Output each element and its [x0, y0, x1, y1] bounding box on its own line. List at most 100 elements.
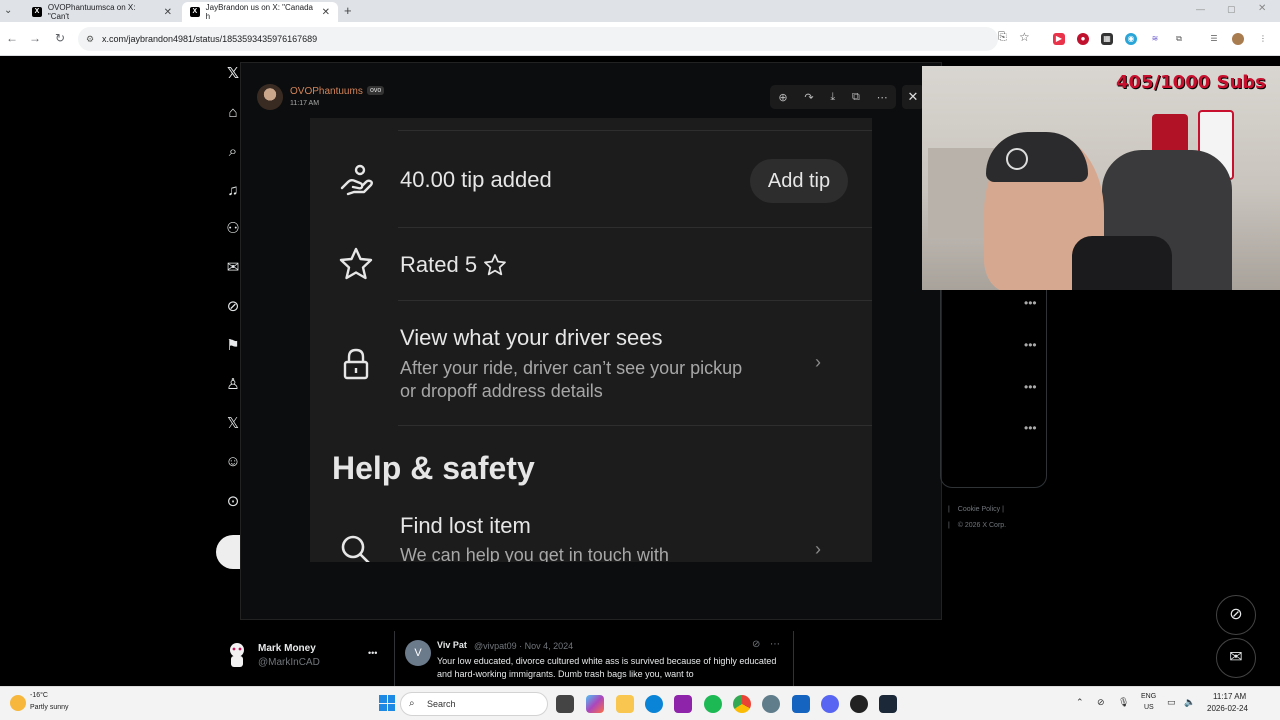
new-tab-button[interactable]: +: [344, 3, 352, 18]
author-avatar[interactable]: [257, 84, 283, 110]
spotify-icon[interactable]: [704, 695, 722, 713]
tab-ovophantuums[interactable]: X OVOPhantuumsca on X: "Can't ✕: [24, 2, 180, 22]
chevron-right-icon[interactable]: ›: [815, 539, 821, 560]
language-indicator[interactable]: ENG: [1141, 693, 1156, 700]
forward-arrow-icon[interactable]: →: [27, 31, 43, 45]
extension-icon[interactable]: ●: [1077, 33, 1089, 45]
lost-item-title[interactable]: Find lost item: [400, 513, 531, 539]
account-name[interactable]: Mark Money: [258, 643, 316, 654]
footer-links: | Cookie Policy | | © 2026 X Corp.: [948, 506, 1007, 529]
reading-list-icon[interactable]: ☰: [1208, 33, 1220, 45]
chevron-right-icon[interactable]: ›: [815, 352, 821, 373]
app-icon[interactable]: [792, 695, 810, 713]
chrome-icon[interactable]: [733, 695, 751, 713]
cookie-policy-link[interactable]: Cookie Policy: [958, 506, 1000, 513]
extension-icon[interactable]: ▶: [1053, 33, 1065, 45]
steam-icon[interactable]: [879, 695, 897, 713]
settings-gear-icon[interactable]: [762, 695, 780, 713]
open-external-icon[interactable]: ⧉: [852, 91, 860, 104]
magnifier-icon: [338, 532, 374, 562]
window-close-button[interactable]: ✕: [1258, 3, 1266, 14]
account-more-icon[interactable]: •••: [368, 648, 377, 658]
tweet-text: Your low educated, divorce cultured whit…: [437, 656, 777, 679]
cap-logo: [1006, 148, 1028, 170]
windows-taskbar: -16°C Partly sunny ⌕ Search ⌃ ⊘ 🎙 ENG US…: [0, 686, 1280, 720]
close-icon[interactable]: ✕: [164, 7, 172, 18]
taskbar-search[interactable]: ⌕ Search: [400, 692, 548, 716]
extension-icon[interactable]: ≋: [1149, 33, 1161, 45]
tab-jaybrandon[interactable]: X JayBrandon us on X: "Canada h ✕: [182, 2, 338, 22]
close-icon[interactable]: ✕: [322, 7, 330, 18]
search-icon: ⌕: [409, 698, 415, 709]
share-icon[interactable]: ↷: [804, 91, 813, 104]
file-explorer-icon[interactable]: [616, 695, 634, 713]
webcam-overlay: [922, 66, 1280, 290]
reload-icon[interactable]: ↻: [52, 31, 68, 45]
x-logo-icon: X: [32, 7, 42, 17]
star-icon: [338, 246, 374, 282]
sidebar-panel: [940, 290, 1047, 488]
account-handle: @MarkInCAD: [258, 657, 320, 668]
subscriber-goal: 405/1000 Subs: [1116, 72, 1266, 93]
lock-icon: [338, 346, 374, 382]
weather-icon[interactable]: [10, 695, 26, 711]
extension-icon[interactable]: ▦: [1101, 33, 1113, 45]
grok-icon[interactable]: ⊘: [1216, 595, 1256, 635]
browser-menu-icon[interactable]: ⋮: [1257, 33, 1269, 45]
viewer-toolbar: ⊕ ↷ ⤓ ⧉ ⋯: [770, 85, 896, 109]
browser-tab-bar: ⌄ X OVOPhantuumsca on X: "Can't ✕ X JayB…: [0, 0, 1280, 22]
site-info-icon[interactable]: ⚙: [86, 27, 94, 51]
tweet-meta: @vivpat09 · Nov 4, 2024: [474, 641, 574, 651]
obs-icon[interactable]: [850, 695, 868, 713]
minimize-button[interactable]: —: [1196, 4, 1205, 14]
task-view-icon[interactable]: [556, 695, 574, 713]
author-badge: ovo: [367, 86, 385, 95]
back-arrow-icon[interactable]: ←: [4, 31, 20, 45]
more-icon[interactable]: ⋯: [877, 91, 888, 104]
chevron-up-icon[interactable]: ⌃: [1076, 697, 1084, 708]
search-label: Search: [427, 699, 456, 709]
clock-time[interactable]: 11:17 AM: [1213, 692, 1246, 701]
address-bar[interactable]: ⚙ x.com/jaybrandon4981/status/1853593435…: [78, 27, 998, 51]
display-icon[interactable]: ▭: [1167, 697, 1176, 708]
maximize-button[interactable]: ▢: [1227, 4, 1236, 15]
add-tip-button[interactable]: Add tip: [750, 159, 848, 203]
download-icon[interactable]: ⤓: [830, 91, 835, 104]
driver-view-desc-1: After your ride, driver can’t see your p…: [400, 358, 743, 378]
streamer-cap: [986, 132, 1088, 182]
driver-view-title[interactable]: View what your driver sees: [400, 325, 663, 351]
messages-icon[interactable]: ✉: [1216, 638, 1256, 678]
tab-title: OVOPhantuumsca on X: "Can't: [47, 3, 136, 21]
weather-temp[interactable]: -16°C: [30, 692, 48, 699]
extensions-puzzle-icon[interactable]: ⧉: [1173, 33, 1185, 45]
clock-date[interactable]: 2026-02-24: [1207, 704, 1248, 713]
driver-view-desc-2: or dropoff address details: [400, 381, 603, 401]
account-avatar[interactable]: [226, 642, 248, 668]
microphone-icon[interactable]: 🎙: [1118, 697, 1129, 708]
close-viewer-button[interactable]: ✕: [902, 85, 924, 109]
star-outline-icon: [484, 254, 506, 276]
copilot-icon[interactable]: [586, 695, 604, 713]
app-icon[interactable]: [674, 695, 692, 713]
extension-icon[interactable]: ◉: [1125, 33, 1137, 45]
profile-avatar[interactable]: [1232, 33, 1244, 45]
tweet-avatar[interactable]: V: [405, 640, 431, 666]
network-icon[interactable]: ⊘: [1097, 697, 1105, 708]
edge-icon[interactable]: [645, 695, 663, 713]
more-icon[interactable]: ⋯: [770, 639, 780, 650]
cast-icon[interactable]: ⎘: [998, 31, 1007, 44]
x-logo-icon: X: [190, 7, 200, 17]
section-title: Help & safety: [332, 450, 535, 486]
bookmark-star-icon[interactable]: ☆: [1019, 30, 1030, 44]
discord-icon[interactable]: [821, 695, 839, 713]
streamer-shirt: [1072, 236, 1172, 290]
language-region[interactable]: US: [1144, 704, 1154, 711]
weather-condition[interactable]: Partly sunny: [30, 704, 69, 711]
zoom-in-icon[interactable]: ⊕: [778, 91, 787, 104]
windows-start-icon[interactable]: [379, 695, 395, 711]
volume-icon[interactable]: 🔈: [1184, 697, 1195, 708]
author-name[interactable]: OVOPhantuums: [290, 86, 363, 97]
grok-icon[interactable]: ⊘: [752, 639, 760, 650]
tweet-author[interactable]: Viv Pat: [437, 640, 467, 650]
tab-search-icon[interactable]: ⌄: [4, 5, 12, 16]
